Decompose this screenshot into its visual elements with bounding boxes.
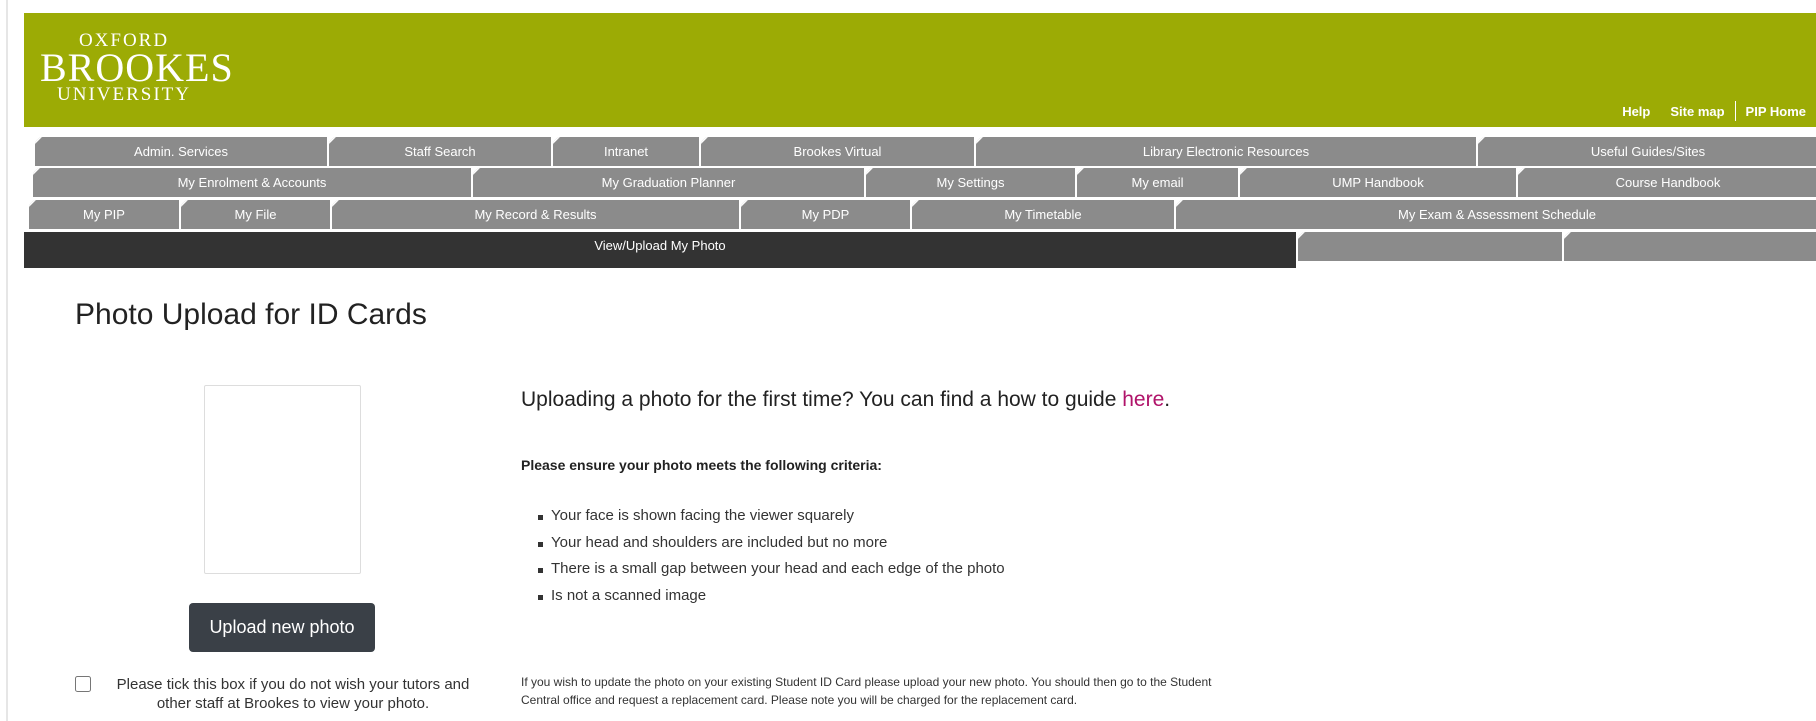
criteria-list: Your face is shown facing the viewer squ… — [521, 503, 1005, 609]
how-to-guide-link[interactable]: here — [1122, 388, 1164, 411]
tab-intranet[interactable]: Intranet — [553, 137, 699, 166]
criteria-item: Your face is shown facing the viewer squ… — [521, 503, 1005, 530]
replacement-card-note: If you wish to update the photo on your … — [521, 675, 1212, 707]
tab-brookes-virtual[interactable]: Brookes Virtual — [701, 137, 974, 166]
site-map-link[interactable]: Site map — [1660, 104, 1734, 119]
left-border — [6, 0, 8, 721]
privacy-checkbox[interactable] — [75, 676, 91, 692]
tab-my-pdp[interactable]: My PDP — [741, 200, 910, 229]
tab-empty-2[interactable] — [1564, 232, 1816, 261]
tab-course-handbook[interactable]: Course Handbook — [1518, 168, 1816, 197]
tab-view-upload-my-photo[interactable]: View/Upload My Photo — [24, 232, 1296, 268]
logo-line-brookes: BROOKES — [40, 45, 234, 90]
tab-ump-handbook[interactable]: UMP Handbook — [1240, 168, 1516, 197]
help-link[interactable]: Help — [1612, 104, 1660, 119]
criteria-item: Your head and shoulders are included but… — [521, 530, 1005, 557]
intro-text-body: Uploading a photo for the first time? Yo… — [521, 388, 1123, 411]
intro-text-end: . — [1164, 388, 1171, 411]
tab-my-email[interactable]: My email — [1077, 168, 1238, 197]
privacy-checkbox-label: Please tick this box if you do not wish … — [116, 676, 470, 712]
tab-my-record-results[interactable]: My Record & Results — [332, 200, 739, 229]
nav-row-4: View/Upload My Photo — [0, 232, 1816, 268]
tab-my-enrolment-accounts[interactable]: My Enrolment & Accounts — [33, 168, 471, 197]
tab-my-pip[interactable]: My PIP — [29, 200, 179, 229]
tab-my-timetable[interactable]: My Timetable — [912, 200, 1174, 229]
criteria-item: Is not a scanned image — [521, 583, 1005, 610]
criteria-heading: Please ensure your photo meets the follo… — [521, 457, 882, 473]
criteria-item: There is a small gap between your head a… — [521, 556, 1005, 583]
oxford-brookes-logo[interactable]: OXFORD BROOKES UNIVERSITY — [40, 31, 234, 105]
tab-library-electronic-resources[interactable]: Library Electronic Resources — [976, 137, 1476, 166]
tab-my-settings[interactable]: My Settings — [866, 168, 1075, 197]
intro-text: Uploading a photo for the first time? Yo… — [521, 388, 1170, 412]
nav-row-2: My Enrolment & Accounts My Graduation Pl… — [0, 168, 1816, 199]
photo-preview — [204, 385, 361, 574]
tab-useful-guides[interactable]: Useful Guides/Sites — [1478, 137, 1816, 166]
tab-empty-1[interactable] — [1298, 232, 1562, 261]
site-header: OXFORD BROOKES UNIVERSITY Help Site map … — [24, 13, 1816, 127]
upload-new-photo-button[interactable]: Upload new photo — [189, 603, 375, 652]
tab-admin-services[interactable]: Admin. Services — [35, 137, 327, 166]
tab-my-graduation-planner[interactable]: My Graduation Planner — [473, 168, 864, 197]
pip-home-link[interactable]: PIP Home — [1736, 104, 1816, 119]
page-title: Photo Upload for ID Cards — [75, 298, 427, 331]
header-utility-links: Help Site map PIP Home — [1612, 101, 1816, 121]
tab-my-file[interactable]: My File — [181, 200, 330, 229]
logo-line-university: UNIVERSITY — [57, 84, 191, 105]
tab-my-exam-assessment-schedule[interactable]: My Exam & Assessment Schedule — [1176, 200, 1816, 229]
nav-row-1: Admin. Services Staff Search Intranet Br… — [0, 137, 1816, 168]
tab-staff-search[interactable]: Staff Search — [329, 137, 551, 166]
nav-row-3: My PIP My File My Record & Results My PD… — [0, 200, 1816, 231]
